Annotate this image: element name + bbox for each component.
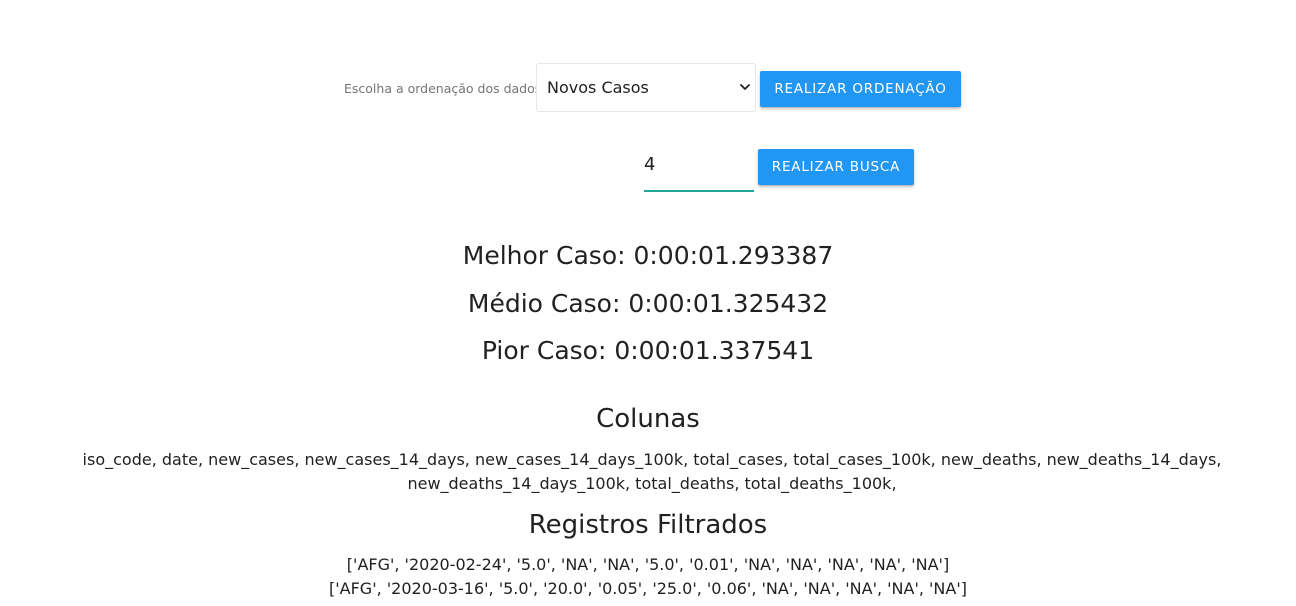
record-row: ['AFG', '2020-02-24', '5.0', 'NA', 'NA',…	[346, 555, 950, 574]
sort-button[interactable]: REALIZAR ORDENAÇÃO	[760, 71, 961, 107]
sort-row: Escolha a ordenação dos dados: Novos Cas…	[0, 63, 1296, 112]
search-input[interactable]: 4	[644, 140, 754, 192]
search-input-value: 4	[644, 154, 656, 175]
sort-select[interactable]: Novos Casos	[536, 63, 756, 112]
sort-select-value: Novos Casos	[547, 78, 649, 97]
records-list: ['AFG', '2020-02-24', '5.0', 'NA', 'NA',…	[0, 553, 1296, 601]
search-button[interactable]: REALIZAR BUSCA	[758, 149, 914, 185]
page: Escolha a ordenação dos dados: Novos Cas…	[0, 0, 1296, 606]
columns-title: Colunas	[596, 404, 700, 434]
sort-label: Escolha a ordenação dos dados:	[344, 81, 546, 96]
best-case-result: Melhor Caso: 0:00:01.293387	[462, 241, 834, 270]
records-title: Registros Filtrados	[528, 510, 768, 540]
chevron-down-icon	[740, 84, 750, 90]
columns-list: iso_code, date, new_cases, new_cases_14_…	[82, 450, 1222, 493]
search-row: 4 REALIZAR BUSCA	[0, 140, 1296, 192]
record-row: ['AFG', '2020-03-16', '5.0', '20.0', '0.…	[329, 579, 967, 598]
worst-case-result: Pior Caso: 0:00:01.337541	[481, 336, 815, 365]
average-case-result: Médio Caso: 0:00:01.325432	[467, 289, 829, 318]
